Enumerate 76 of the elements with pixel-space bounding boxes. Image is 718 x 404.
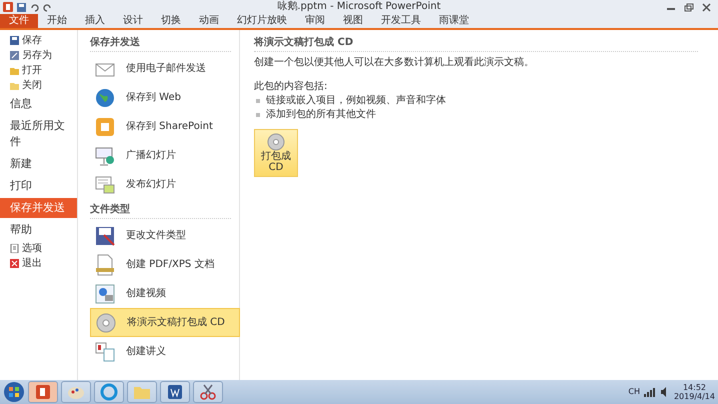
send-option[interactable]: 将演示文稿打包成 CD [90, 308, 240, 337]
backstage-nav-item[interactable]: 打印 [0, 176, 77, 196]
start-button-icon[interactable] [3, 381, 25, 403]
ribbon-tab[interactable]: 雨课堂 [430, 14, 478, 28]
send-option[interactable]: 创建讲义 [90, 337, 240, 366]
powerpoint-logo-icon [3, 2, 13, 12]
section-heading: 保存并发送 [90, 36, 231, 52]
backstage-nav-item[interactable]: 另存为 [0, 48, 77, 63]
video-icon [94, 282, 116, 304]
ribbon-tab[interactable]: 开始 [38, 14, 76, 28]
globe-icon [94, 86, 116, 108]
backstage-nav-item[interactable]: 选项 [0, 241, 77, 256]
word-icon [166, 383, 184, 401]
powerpoint-icon [34, 383, 52, 401]
bullet-icon [256, 99, 260, 103]
backstage-nav-item[interactable]: 新建 [0, 154, 77, 174]
taskbar-app[interactable] [160, 381, 190, 403]
language-indicator[interactable]: CH [628, 386, 640, 398]
scissors-icon [199, 383, 217, 401]
bullet-text: 链接或嵌入项目，例如视频、声音和字体 [266, 95, 446, 107]
contents-label: 此包的内容包括: [254, 81, 328, 93]
package-cd-button[interactable]: 打包成 CD [254, 129, 298, 177]
ribbon-tab[interactable]: 切换 [152, 14, 190, 28]
ribbon-tab[interactable]: 动画 [190, 14, 228, 28]
save-as-icon [10, 51, 19, 60]
ribbon-tab[interactable]: 幻灯片放映 [228, 14, 296, 28]
backstage-nav-item[interactable]: 帮助 [0, 220, 77, 240]
browser-icon [100, 383, 118, 401]
redo-icon[interactable] [43, 2, 52, 12]
disc-icon [95, 312, 117, 334]
save-icon[interactable] [17, 2, 26, 12]
exit-icon [10, 259, 19, 268]
handout-icon [94, 340, 116, 362]
restore-icon[interactable] [684, 2, 694, 12]
description-text: 创建一个包以便其他人可以在大多数计算机上观看此演示文稿。 [254, 57, 535, 69]
backstage-nav-item[interactable]: 最近所用文件 [0, 116, 77, 152]
clock-date: 2019/4/14 [674, 392, 715, 401]
network-icon[interactable] [644, 387, 656, 397]
slides-icon [94, 174, 116, 196]
section-heading: 文件类型 [90, 203, 231, 219]
ribbon-tab[interactable]: 插入 [76, 14, 114, 28]
clock[interactable]: 14:52 2019/4/14 [674, 383, 715, 401]
ribbon-tab[interactable]: 设计 [114, 14, 152, 28]
send-option[interactable]: 保存到 Web [90, 83, 240, 112]
send-option[interactable]: 创建视频 [90, 279, 240, 308]
window-title: 咏鹅.pptm - Microsoft PowerPoint [276, 1, 442, 13]
save-as-icon [94, 224, 116, 246]
undo-icon[interactable] [30, 2, 39, 12]
send-option[interactable]: 发布幻灯片 [90, 170, 240, 199]
backstage-nav-item[interactable]: 保存 [0, 33, 77, 48]
document-icon [94, 254, 116, 276]
taskbar-app[interactable] [28, 381, 58, 403]
backstage-nav-item[interactable]: 关闭 [0, 78, 77, 93]
ribbon-tab[interactable]: 开发工具 [372, 14, 430, 28]
ribbon-tab[interactable]: 审阅 [296, 14, 334, 28]
ribbon-tab[interactable]: 视图 [334, 14, 372, 28]
pane-title: 将演示文稿打包成 CD [254, 36, 698, 52]
projector-screen-icon [94, 144, 116, 166]
disc-icon [267, 133, 285, 151]
ribbon-tab[interactable]: 文件 [0, 14, 38, 28]
send-option[interactable]: 创建 PDF/XPS 文档 [90, 250, 240, 279]
taskbar-app[interactable] [193, 381, 223, 403]
send-option[interactable]: 保存到 SharePoint [90, 112, 240, 141]
backstage-nav-item[interactable]: 打开 [0, 63, 77, 78]
close-icon[interactable] [702, 2, 711, 12]
document-icon [10, 244, 19, 253]
backstage-nav-item[interactable]: 信息 [0, 94, 77, 114]
backstage-nav-item[interactable]: 保存并发送 [0, 198, 77, 218]
backstage-nav-item[interactable]: 退出 [0, 256, 77, 271]
clock-time: 14:52 [682, 383, 708, 392]
bullet-text: 添加到包的所有其他文件 [266, 109, 376, 121]
send-option[interactable]: 使用电子邮件发送 [90, 54, 240, 83]
bullet-icon [256, 113, 260, 117]
save-icon [10, 36, 19, 45]
send-option[interactable]: 广播幻灯片 [90, 141, 240, 170]
send-option[interactable]: 更改文件类型 [90, 221, 240, 250]
